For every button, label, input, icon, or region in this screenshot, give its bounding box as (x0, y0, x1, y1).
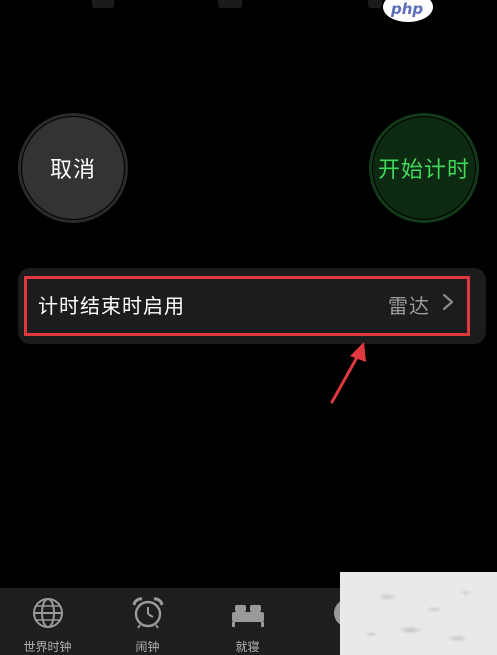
tab-bedtime[interactable]: 就寝 (200, 588, 295, 655)
blur-overlay (340, 572, 497, 655)
cancel-button[interactable]: 取消 (18, 113, 128, 223)
start-timer-button[interactable]: 开始计时 (369, 113, 479, 223)
watermark-logo: php (383, 0, 447, 26)
tab-world-clock[interactable]: 世界时钟 (0, 588, 95, 655)
tab-alarm[interactable]: 闹钟 (100, 588, 195, 655)
globe-icon (33, 598, 63, 628)
annotation-arrow-icon (330, 342, 366, 404)
start-timer-button-label: 开始计时 (377, 158, 470, 183)
chevron-right-icon (442, 293, 454, 311)
when-timer-ends-label: 计时结束时启用 (38, 294, 185, 318)
tab-label: 世界时钟 (23, 640, 72, 654)
status-icon (92, 0, 114, 8)
watermark-text: php (391, 0, 424, 18)
cancel-button-label: 取消 (49, 158, 96, 183)
tab-label: 闹钟 (135, 640, 160, 654)
status-icon (218, 0, 242, 8)
tab-label: 就寝 (235, 640, 260, 654)
status-icon (368, 0, 382, 8)
bed-icon (232, 605, 264, 627)
ringtone-value: 雷达 (388, 294, 430, 318)
alarm-clock-icon (132, 597, 164, 629)
